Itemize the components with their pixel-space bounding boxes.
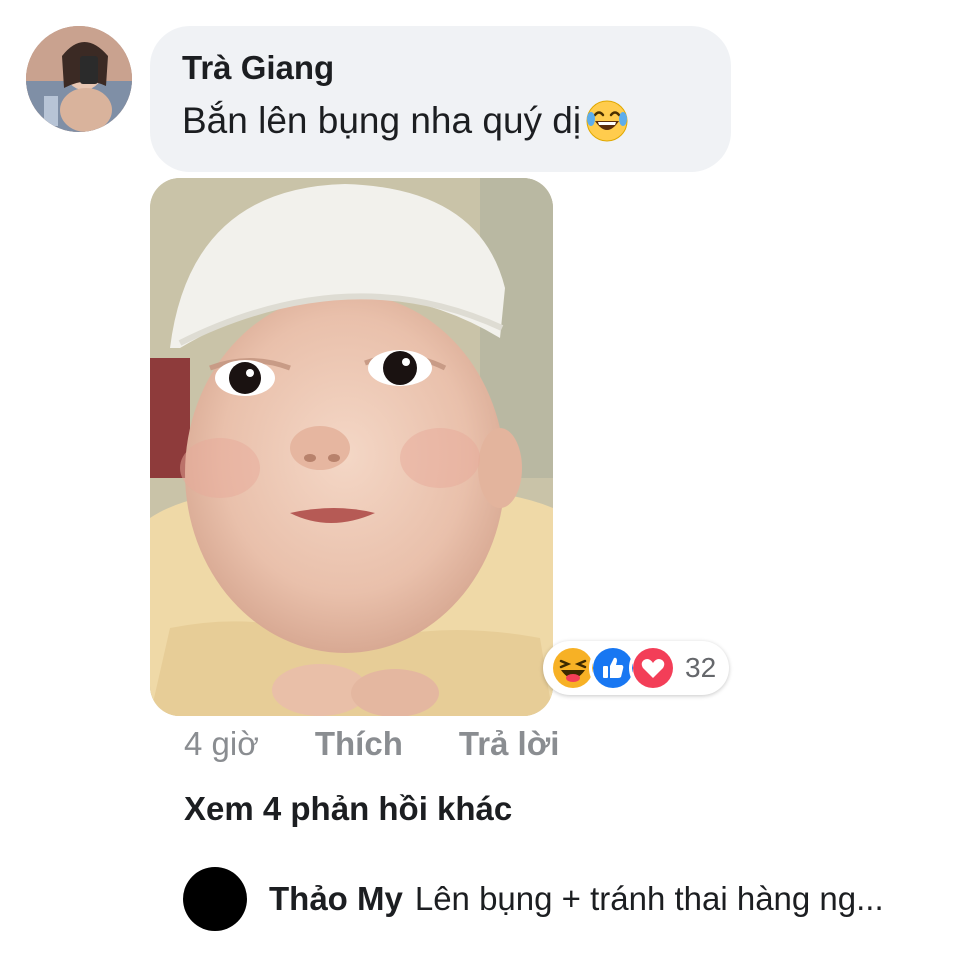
comment-actions: 4 giờ Thích Trả lời [184,722,559,766]
comment-text: Bắn lên bụng nha quý dị [182,100,582,141]
comment-timestamp[interactable]: 4 giờ [184,725,259,763]
reply-preview[interactable]: Thảo My Lên bụng + tránh thai hàng ng... [183,866,884,932]
reaction-count: 32 [685,652,717,683]
reply-author[interactable]: Thảo My [269,880,403,918]
love-reaction-icon [629,644,677,692]
reply-author-avatar[interactable] [183,867,247,931]
reply-button[interactable]: Trả lời [459,725,560,763]
tears-of-joy-emoji-icon [585,99,629,143]
like-button[interactable]: Thích [315,725,403,763]
comment-author[interactable]: Trà Giang [182,48,699,88]
view-more-replies-link[interactable]: Xem 4 phản hồi khác [184,790,512,828]
commenter-avatar[interactable] [26,26,132,132]
comment-bubble: Trà Giang Bắn lên bụng nha quý dị [150,26,731,172]
reactions-summary[interactable]: 32 [543,641,729,695]
comment-photo[interactable] [150,178,553,716]
reply-text: Lên bụng + tránh thai hàng ng... [414,880,884,917]
comment-thread: Trà Giang Bắn lên bụng nha quý dị 32 4 g… [0,0,954,960]
